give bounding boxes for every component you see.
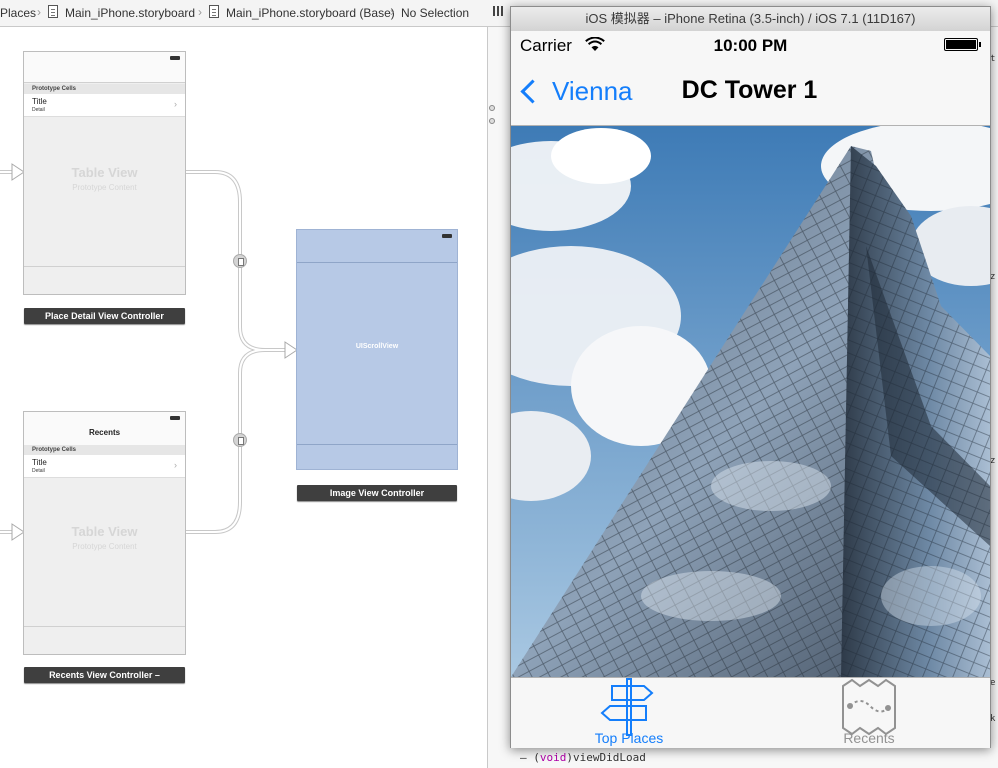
- prototype-cell[interactable]: Title Detail ›: [24, 455, 185, 478]
- scroll-view-label: UIScrollView: [355, 343, 399, 350]
- scene-nav-bar: [297, 230, 457, 263]
- image-view-scene[interactable]: UIScrollView: [296, 229, 458, 470]
- tab-bar: Top Places Recents: [511, 677, 990, 748]
- tab-label: Top Places: [594, 730, 664, 746]
- status-time: 10:00 PM: [713, 36, 788, 55]
- cell-title: Title: [32, 458, 47, 467]
- related-items-icon[interactable]: [493, 6, 503, 16]
- cell-title: Title: [32, 97, 47, 106]
- image-scene-label[interactable]: Image View Controller: [297, 485, 457, 501]
- connection-dot[interactable]: [489, 105, 495, 111]
- code-line[interactable]: – (void)viewDidLoad: [520, 751, 646, 764]
- map-icon: [842, 678, 896, 736]
- recents-scene[interactable]: Recents Prototype Cells Title Detail › T…: [23, 411, 186, 655]
- cell-detail: Detail: [32, 468, 45, 474]
- scene-nav-bar: Recents: [24, 412, 185, 446]
- battery-icon: [170, 416, 180, 420]
- breadcrumb-selection[interactable]: No Selection: [401, 6, 469, 20]
- place-detail-scene-label[interactable]: Place Detail View Controller: [24, 308, 185, 324]
- simulator-title-bar[interactable]: iOS 模拟器 – iPhone Retina (3.5-inch) / iOS…: [511, 7, 990, 32]
- tower-photo-image: [511, 126, 990, 677]
- breadcrumb-separator: ›: [390, 5, 394, 19]
- tower-photo[interactable]: [511, 126, 990, 677]
- signpost-icon: [600, 678, 654, 736]
- code-suffix: )viewDidLoad: [566, 751, 646, 764]
- code-keyword: void: [539, 751, 567, 764]
- toolbar-divider: [297, 444, 457, 445]
- code-prefix: – (: [520, 751, 540, 764]
- nav-title: DC Tower 1: [681, 76, 818, 104]
- breadcrumb-places[interactable]: Places: [0, 6, 36, 20]
- toolbar-divider: [24, 626, 185, 627]
- segue-icon[interactable]: [233, 254, 247, 268]
- table-view-title: Table View: [71, 524, 138, 539]
- battery-icon: [944, 38, 981, 51]
- chevron-right-icon: ›: [174, 99, 177, 109]
- recents-nav-title: Recents: [88, 428, 121, 437]
- table-view-subtitle: Prototype Content: [72, 183, 137, 192]
- prototype-cells-header: Prototype Cells: [24, 445, 185, 455]
- breadcrumb-storyboard-base[interactable]: Main_iPhone.storyboard (Base): [226, 6, 395, 20]
- battery-icon: [170, 56, 180, 60]
- table-view-subtitle: Prototype Content: [72, 542, 137, 551]
- segue-icon[interactable]: [233, 433, 247, 447]
- tab-label: Recents: [843, 730, 895, 746]
- navigation-bar: Carrier 10:00 PM Vienna DC Tower 1: [511, 31, 990, 126]
- cell-detail: Detail: [32, 107, 45, 113]
- breadcrumb-storyboard[interactable]: Main_iPhone.storyboard: [65, 6, 195, 20]
- connection-dot[interactable]: [489, 118, 495, 124]
- breadcrumb-separator: ›: [37, 5, 41, 19]
- storyboard-canvas[interactable]: Prototype Cells Title Detail › Table Vie…: [0, 27, 487, 768]
- tab-recents[interactable]: Recents: [789, 678, 949, 748]
- chevron-right-icon: ›: [174, 460, 177, 470]
- prototype-cell[interactable]: Title Detail ›: [24, 94, 185, 117]
- table-view-title: Table View: [71, 165, 138, 180]
- storyboard-file-icon: [48, 5, 58, 18]
- storyboard-file-icon: [209, 5, 219, 18]
- toolbar-divider: [24, 266, 185, 267]
- prototype-cells-header: Prototype Cells: [24, 84, 185, 94]
- battery-icon: [442, 234, 452, 238]
- scene-nav-bar: [24, 52, 185, 83]
- tab-top-places[interactable]: Top Places: [549, 678, 709, 748]
- place-detail-scene[interactable]: Prototype Cells Title Detail › Table Vie…: [23, 51, 186, 295]
- recents-scene-label[interactable]: Recents View Controller –: [24, 667, 185, 683]
- breadcrumb-separator: ›: [198, 5, 202, 19]
- simulator-window[interactable]: iOS 模拟器 – iPhone Retina (3.5-inch) / iOS…: [510, 6, 991, 748]
